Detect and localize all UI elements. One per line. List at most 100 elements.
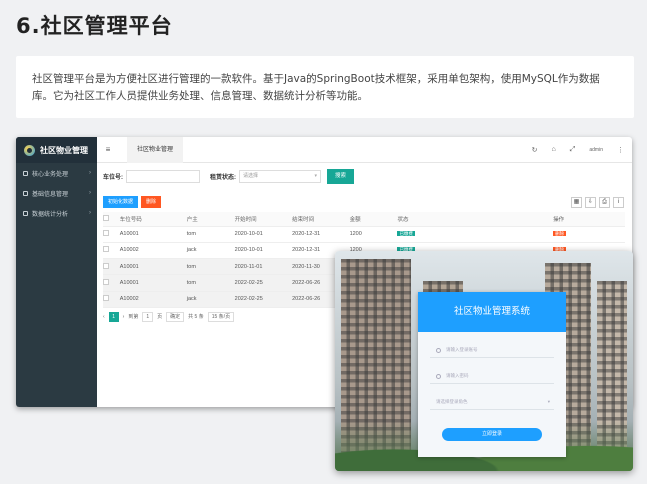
login-title: 社区物业管理系统 <box>418 292 566 332</box>
row-checkbox[interactable] <box>103 246 109 253</box>
lock-icon <box>436 373 441 379</box>
square-icon <box>23 190 28 196</box>
row-checkbox-cell[interactable] <box>103 258 120 276</box>
status-label: 租赁状态: <box>210 174 236 181</box>
search-button[interactable]: 搜索 <box>327 168 355 184</box>
topbar-tools: ↻ ⌂ ⤢ admin ⋮ <box>532 146 632 154</box>
login-card: 社区物业管理系统 请输入登录账号 请输入密码 请选择登录角色 ▾ 立即登录 <box>418 292 566 457</box>
page-input[interactable]: 1 <box>142 311 154 322</box>
cell-owner: tom <box>186 226 235 243</box>
brand: 社区物业管理 <box>16 137 97 163</box>
cell-amount: 1200 <box>349 226 398 243</box>
row-checkbox-cell[interactable] <box>103 291 120 308</box>
column-header: 操作 <box>553 212 625 227</box>
per-page-select[interactable]: 15 条/页 <box>207 311 235 322</box>
cell-end: 2020-12-31 <box>292 226 350 243</box>
home-icon[interactable]: ⌂ <box>552 146 556 153</box>
confirm-button[interactable]: 确定 <box>166 311 185 322</box>
user-icon <box>436 347 441 353</box>
fullscreen-icon[interactable]: ⤢ <box>570 146 576 154</box>
description-text: 社区管理平台是为方便社区进行管理的一款软件。基于Java的SpringBoot技… <box>32 73 600 102</box>
column-header: 结束时间 <box>292 212 350 227</box>
car-label: 车位号: <box>103 174 123 181</box>
column-header: 金额 <box>349 212 398 227</box>
columns-icon[interactable]: ▦ <box>571 196 582 208</box>
row-checkbox-cell[interactable] <box>103 226 120 243</box>
username-field[interactable]: 请输入登录账号 <box>430 343 554 358</box>
cell-status: 已缴费 <box>397 226 554 243</box>
chevron-down-icon: ▾ <box>547 399 550 404</box>
filter-row: 车位号: 租赁状态: 请选择 搜索 <box>103 165 632 187</box>
row-checkbox-cell[interactable] <box>103 242 120 260</box>
current-page[interactable]: 1 <box>108 311 119 322</box>
cell-start: 2020-11-01 <box>234 258 293 276</box>
row-checkbox[interactable] <box>103 279 109 286</box>
row-checkbox-cell[interactable] <box>103 274 120 292</box>
row-checkbox[interactable] <box>103 230 109 237</box>
sidebar: 社区物业管理 核心业务处理 › 基础信息管理 › 数据统计分析 › <box>16 137 97 407</box>
sidebar-item[interactable]: 核心业务处理 › <box>16 163 97 183</box>
table-header-row: 车位号码 户主 开始时间 结束时间 金额 状态 操作 <box>103 212 625 227</box>
cell-start: 2020-10-01 <box>234 226 293 243</box>
sidebar-item[interactable]: 基础信息管理 › <box>16 183 97 203</box>
cell-owner: jack <box>186 291 235 308</box>
login-screenshot: 社区物业管理系统 请输入登录账号 请输入密码 请选择登录角色 ▾ 立即登录 <box>335 251 633 471</box>
row-delete-button[interactable]: 删除 <box>553 231 567 237</box>
chevron-right-icon: › <box>89 190 91 196</box>
goto-label: 到第 <box>128 314 139 321</box>
slide-title: 6.社区管理平台 <box>16 14 173 38</box>
sidebar-item-label: 核心业务处理 <box>32 171 69 178</box>
cell-start: 2022-02-25 <box>234 274 293 292</box>
tab-active[interactable]: 社区物业管理 <box>127 137 184 163</box>
car-input[interactable] <box>126 169 200 183</box>
cell-owner: tom <box>186 258 235 276</box>
user-menu[interactable]: admin <box>589 147 603 153</box>
row-checkbox[interactable] <box>103 262 109 269</box>
status-badge: 已缴费 <box>397 231 415 237</box>
menu-toggle-icon[interactable]: ≡ <box>97 145 119 154</box>
sidebar-item-label: 基础信息管理 <box>32 191 69 198</box>
page-unit: 页 <box>157 314 163 321</box>
chevron-right-icon: › <box>89 210 91 216</box>
delete-button[interactable]: 删除 <box>141 196 162 208</box>
login-button[interactable]: 立即登录 <box>442 428 542 441</box>
column-header: 状态 <box>397 212 554 227</box>
username-placeholder: 请输入登录账号 <box>446 347 478 352</box>
nav-list: 核心业务处理 › 基础信息管理 › 数据统计分析 › <box>16 163 97 223</box>
square-icon <box>23 170 28 176</box>
action-row: 初始化数据 删除 ▦ ⇩ ⎙ i <box>103 195 632 209</box>
logo-icon <box>24 144 35 156</box>
prev-page-icon[interactable]: ‹ <box>103 314 105 320</box>
password-field[interactable]: 请输入密码 <box>430 369 554 384</box>
select-all-cell[interactable] <box>103 212 120 227</box>
role-placeholder: 请选择登录角色 <box>436 399 468 404</box>
role-select[interactable]: 请选择登录角色 ▾ <box>430 395 554 410</box>
brand-title: 社区物业管理 <box>40 145 88 155</box>
column-header: 车位号码 <box>119 212 187 227</box>
total-count: 共 5 条 <box>188 314 204 321</box>
cell-owner: jack <box>186 242 235 260</box>
table-tools: ▦ ⇩ ⎙ i <box>571 196 624 208</box>
topbar: ≡ 社区物业管理 ↻ ⌂ ⤢ admin ⋮ <box>97 137 632 163</box>
column-header: 开始时间 <box>234 212 293 227</box>
cell-code: A10001 <box>119 274 187 292</box>
password-placeholder: 请输入密码 <box>446 373 469 378</box>
cell-code: A10001 <box>119 226 187 243</box>
row-checkbox[interactable] <box>103 295 109 302</box>
export-icon[interactable]: ⇩ <box>585 196 596 208</box>
cell-code: A10001 <box>119 258 187 276</box>
refresh-icon[interactable]: ↻ <box>532 146 538 154</box>
more-icon[interactable]: ⋮ <box>617 146 624 154</box>
init-data-button[interactable]: 初始化数据 <box>103 196 139 208</box>
table-row[interactable]: A10001 tom 2020-10-01 2020-12-31 1200 已缴费 删除 <box>103 226 625 243</box>
select-all-checkbox[interactable] <box>103 214 109 221</box>
sidebar-item[interactable]: 数据统计分析 › <box>16 203 97 223</box>
next-page-icon[interactable]: › <box>123 314 125 320</box>
print-icon[interactable]: ⎙ <box>599 196 610 208</box>
square-icon <box>23 210 28 216</box>
cell-owner: tom <box>186 274 235 292</box>
info-icon[interactable]: i <box>613 196 624 208</box>
cell-code: A10002 <box>119 242 187 260</box>
status-select[interactable]: 请选择 <box>239 169 321 183</box>
chevron-right-icon: › <box>89 170 91 176</box>
